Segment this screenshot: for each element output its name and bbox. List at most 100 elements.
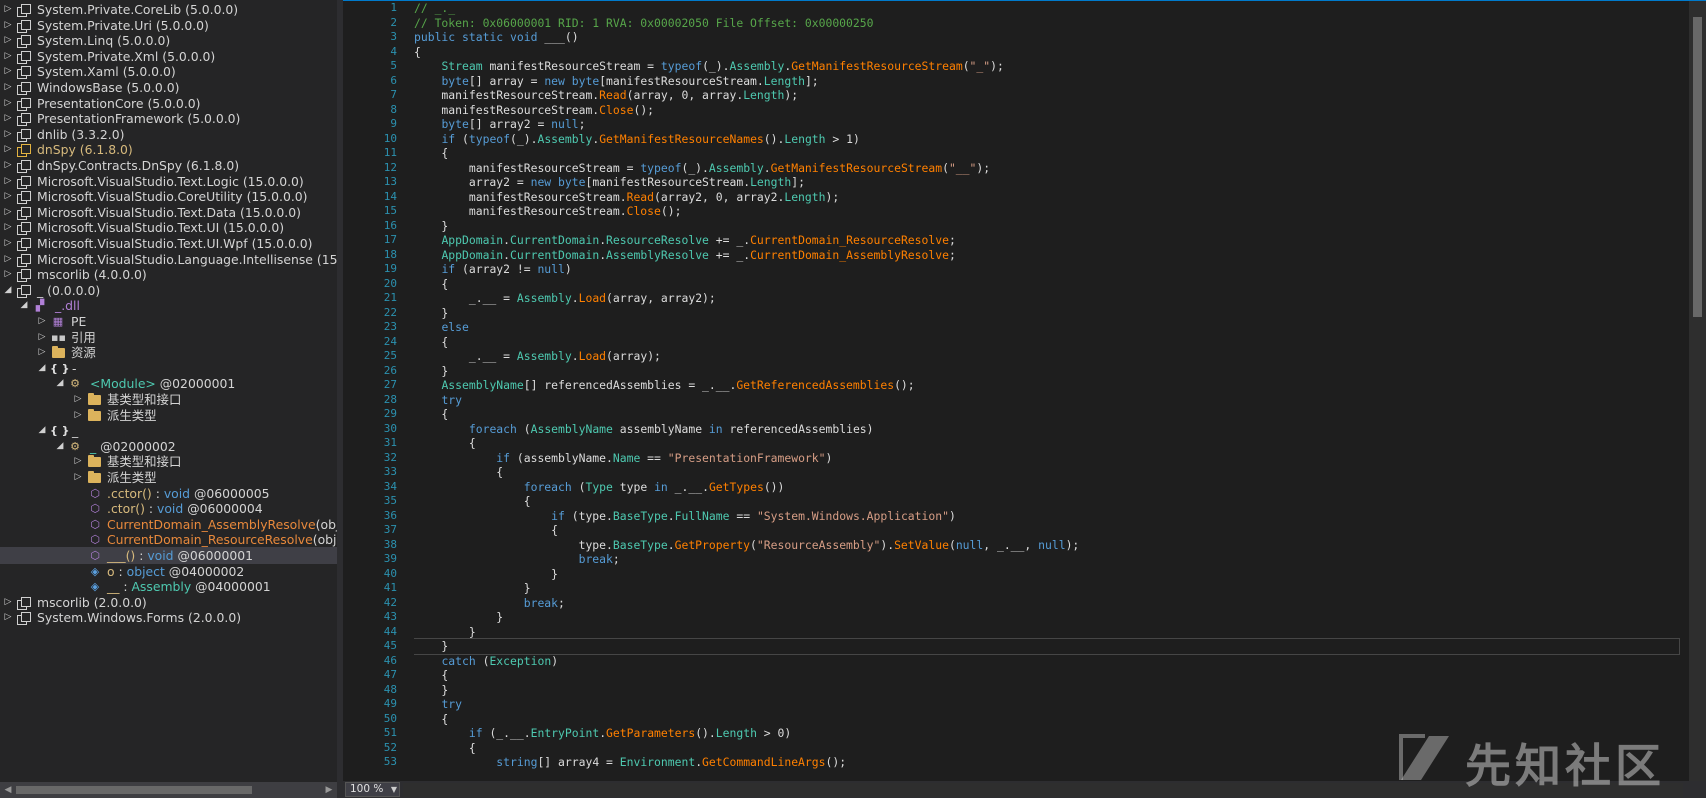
collapse-arrow-icon[interactable]: ◢ [54, 438, 66, 455]
tree-item-assembly[interactable]: ▷ dnSpy (6.1.8.0) [0, 141, 337, 158]
expand-arrow-icon[interactable]: ▷ [72, 407, 84, 424]
code-line[interactable]: if (typeof(_).Assembly.GetManifestResour… [414, 132, 859, 147]
code-line[interactable]: array2 = new byte[manifestResourceStream… [414, 175, 805, 190]
chevron-down-icon[interactable]: ▼ [391, 783, 397, 796]
tree-item-assembly[interactable]: ▷ Microsoft.VisualStudio.Text.UI.Wpf (15… [0, 235, 337, 252]
code-line[interactable]: } [414, 364, 448, 379]
expand-arrow-icon[interactable]: ▷ [2, 251, 14, 268]
expand-arrow-icon[interactable]: ▷ [2, 17, 14, 34]
tree-item-method[interactable]: ⬡ CurrentDomain_ResourceResolve(obje [0, 531, 337, 548]
tree-item-assembly[interactable]: ▷ System.Private.Xml (5.0.0.0) [0, 48, 337, 65]
code-line[interactable]: manifestResourceStream.Read(array, 0, ar… [414, 88, 798, 103]
tree-item-method[interactable]: ⬡ .ctor() : void @06000004 [0, 500, 337, 517]
code-line[interactable]: try [414, 393, 462, 408]
code-line[interactable]: type.BaseType.GetProperty("ResourceAssem… [414, 538, 1080, 553]
code-line[interactable]: AssemblyName[] referencedAssemblies = _.… [414, 378, 914, 393]
expand-arrow-icon[interactable]: ▷ [2, 95, 14, 112]
collapse-arrow-icon[interactable]: ◢ [36, 422, 48, 439]
tree-item-assembly-expanded[interactable]: ◢ _ (0.0.0.0) [0, 282, 337, 299]
code-view[interactable]: // _._// Token: 0x06000001 RID: 1 RVA: 0… [414, 1, 1681, 781]
code-line[interactable]: foreach (AssemblyName assemblyName in re… [414, 422, 874, 437]
tree-item-namespace[interactable]: ◢ { } - [0, 360, 337, 377]
expand-arrow-icon[interactable]: ▷ [2, 126, 14, 143]
code-line[interactable]: _.__ = Assembly.Load(array, array2); [414, 291, 716, 306]
scrollbar-thumb[interactable] [1693, 17, 1702, 317]
code-line[interactable]: } [414, 306, 448, 321]
expand-arrow-icon[interactable]: ▷ [36, 344, 48, 361]
expand-arrow-icon[interactable]: ▷ [2, 594, 14, 611]
code-line[interactable]: catch (Exception) [414, 654, 558, 669]
code-line[interactable]: { [414, 335, 448, 350]
code-line[interactable]: _.__ = Assembly.Load(array); [414, 349, 661, 364]
tree-item-assembly[interactable]: ▷ Microsoft.VisualStudio.Text.Data (15.0… [0, 204, 337, 221]
tree-item-base-types[interactable]: ▷ 基类型和接口 [0, 391, 337, 408]
tree-item-method[interactable]: ⬡ .cctor() : void @06000005 [0, 485, 337, 502]
expand-arrow-icon[interactable]: ▷ [2, 141, 14, 158]
tree-item-assembly[interactable]: ▷ Microsoft.VisualStudio.CoreUtility (15… [0, 188, 337, 205]
code-line[interactable]: { [414, 407, 448, 422]
collapse-arrow-icon[interactable]: ◢ [2, 282, 14, 299]
tree-item-field[interactable]: ◈ o : object @04000002 [0, 563, 337, 580]
tree-item-assembly[interactable]: ▷ dnSpy.Contracts.DnSpy (6.1.8.0) [0, 157, 337, 174]
code-line[interactable]: public static void ___() [414, 30, 579, 45]
code-line[interactable]: } [414, 610, 503, 625]
code-line[interactable]: // Token: 0x06000001 RID: 1 RVA: 0x00002… [414, 16, 873, 31]
code-line[interactable]: { [414, 146, 448, 161]
expand-arrow-icon[interactable]: ▷ [2, 1, 14, 18]
tree-horizontal-scrollbar[interactable]: ◀ ▶ [0, 782, 337, 798]
expand-arrow-icon[interactable]: ▷ [72, 391, 84, 408]
code-line[interactable]: if (array2 != null) [414, 262, 571, 277]
expand-arrow-icon[interactable]: ▷ [2, 48, 14, 65]
scroll-right-icon[interactable]: ▶ [322, 782, 336, 798]
expand-arrow-icon[interactable]: ▷ [2, 235, 14, 252]
code-line[interactable]: { [414, 523, 558, 538]
code-line[interactable]: } [414, 581, 531, 596]
collapse-arrow-icon[interactable]: ◢ [18, 297, 30, 314]
code-line[interactable]: try [414, 697, 462, 712]
code-line[interactable]: Stream manifestResourceStream = typeof(_… [414, 59, 1003, 74]
tree-item-base-types[interactable]: ▷ 基类型和接口 [0, 453, 337, 470]
scrollbar-thumb[interactable] [16, 786, 252, 794]
expand-arrow-icon[interactable]: ▷ [2, 609, 14, 626]
code-editor[interactable]: 1 2 3 4 5 6 7 8 9 10 11 12 13 14 15 16 17 18 19 20 21 22 23 24 2… [343, 0, 1706, 798]
tree-item-assembly[interactable]: ▷ WindowsBase (5.0.0.0) [0, 79, 337, 96]
tree-item-namespace[interactable]: ◢ { } _ [0, 422, 337, 439]
collapse-arrow-icon[interactable]: ◢ [36, 360, 48, 377]
code-line[interactable]: if (assemblyName.Name == "PresentationFr… [414, 451, 832, 466]
tree-item-class[interactable]: ◢ ⚙ <Module> @02000001 [0, 375, 337, 392]
code-line[interactable]: { [414, 465, 503, 480]
tree-item-module[interactable]: ◢ ▞ _.dll [0, 297, 337, 314]
code-line[interactable]: AppDomain.CurrentDomain.AssemblyResolve … [414, 248, 955, 263]
tree-item-assembly[interactable]: ▷ PresentationFramework (5.0.0.0) [0, 110, 337, 127]
tree-item-pe[interactable]: ▷ ▦ PE [0, 313, 337, 330]
scroll-left-icon[interactable]: ◀ [1, 782, 15, 798]
tree-item-assembly[interactable]: ▷ System.Private.CoreLib (5.0.0.0) [0, 1, 337, 18]
tree-item-method-selected[interactable]: ⬡ ___() : void @06000001 [0, 547, 337, 564]
code-line[interactable]: manifestResourceStream = typeof(_).Assem… [414, 161, 990, 176]
code-line[interactable]: break; [414, 552, 620, 567]
tree-item-derived-types[interactable]: ▷ 派生类型 [0, 407, 337, 424]
tree-item-assembly[interactable]: ▷ Microsoft.VisualStudio.Text.UI (15.0.0… [0, 219, 337, 236]
tree-item-derived-types[interactable]: ▷ 派生类型 [0, 469, 337, 486]
tree-item-assembly[interactable]: ▷ mscorlib (4.0.0.0) [0, 266, 337, 283]
tree-item-references[interactable]: ▷ ▪▪ 引用 [0, 329, 337, 346]
code-line[interactable]: break; [414, 596, 565, 611]
tree-item-field[interactable]: ◈ __ : Assembly @04000001 [0, 578, 337, 595]
tree-item-resources[interactable]: ▷ 资源 [0, 344, 337, 361]
code-line[interactable]: { [414, 741, 476, 756]
tree-item-assembly[interactable]: ▷ PresentationCore (5.0.0.0) [0, 95, 337, 112]
tree-item-assembly[interactable]: ▷ System.Linq (5.0.0.0) [0, 32, 337, 49]
code-line[interactable]: { [414, 712, 448, 727]
expand-arrow-icon[interactable]: ▷ [2, 32, 14, 49]
expand-arrow-icon[interactable]: ▷ [2, 110, 14, 127]
expand-arrow-icon[interactable]: ▷ [72, 453, 84, 470]
code-line[interactable]: foreach (Type type in _.__.GetTypes()) [414, 480, 785, 495]
tree-item-class[interactable]: ◢ ⚙ _ @02000002 [0, 438, 337, 455]
tree-item-assembly[interactable]: ▷ Microsoft.VisualStudio.Text.Logic (15.… [0, 173, 337, 190]
expand-arrow-icon[interactable]: ▷ [72, 469, 84, 486]
zoom-select[interactable]: 100 % ▼ [345, 782, 400, 797]
tree-item-assembly[interactable]: ▷ System.Private.Uri (5.0.0.0) [0, 17, 337, 34]
tree-item-assembly[interactable]: ▷ Microsoft.VisualStudio.Language.Intell… [0, 251, 337, 268]
code-line[interactable]: byte[] array2 = null; [414, 117, 585, 132]
tree-item-assembly[interactable]: ▷ dnlib (3.3.2.0) [0, 126, 337, 143]
